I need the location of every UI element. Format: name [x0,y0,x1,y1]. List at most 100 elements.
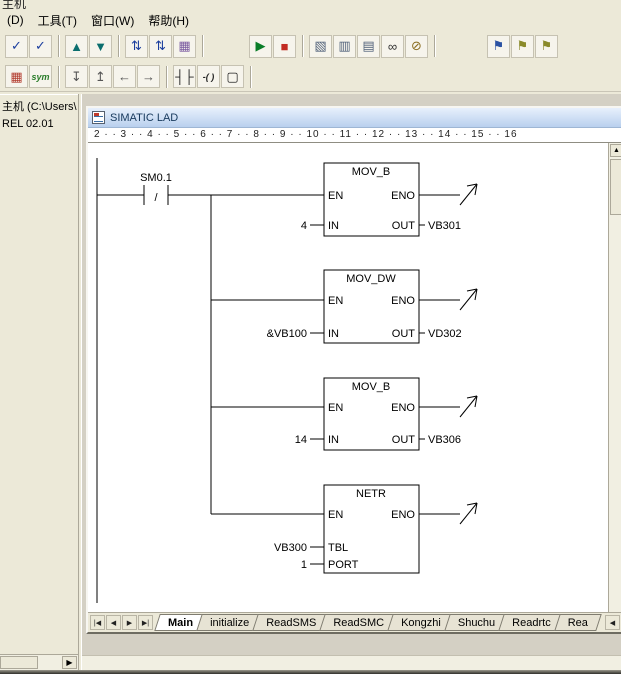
write-disable-button[interactable]: ⊘ [405,35,428,58]
function-box-mov-dw[interactable]: MOV_DW EN ENO IN OUT &VB100 VD302 [267,270,462,343]
pin-port: PORT [328,559,359,571]
run-button[interactable]: ▶ [249,35,272,58]
simatic-lad-icon [92,111,105,124]
insert-contact-button[interactable]: ┤├ [173,65,196,88]
pin-en: EN [328,190,343,202]
tree-item-host[interactable]: 主机 (C:\Users\ [0,95,78,115]
input-operand[interactable]: &VB100 [267,328,307,340]
output-operand[interactable]: VB301 [428,220,461,232]
window-bottom-edge [0,670,621,674]
mdi-area: SIMATIC LAD 2 · · 3 · · 4 · · 5 · · 6 · … [82,94,621,670]
input-operand[interactable]: 1 [301,559,307,571]
pin-in: IN [328,434,339,446]
output-operand[interactable]: VD302 [428,328,462,340]
pou-tabs: Main initialize ReadSMS ReadSMC Kongzhi … [157,614,594,631]
tab-first-button[interactable]: |◀ [90,615,105,630]
tab-prev-button[interactable]: ◀ [106,615,121,630]
scrollbar-thumb[interactable] [610,159,621,215]
tab-readsms[interactable]: ReadSMS [255,614,327,631]
contact-negation-symbol: / [154,192,158,204]
eno-arrow-icon [460,396,477,417]
trend-chart-button[interactable]: ▤ [357,35,380,58]
pin-tbl: TBL [328,542,348,554]
program-status-button[interactable]: ▧ [309,35,332,58]
function-box-mov-b-1[interactable]: MOV_B EN ENO IN OUT 4 VB301 [301,163,461,236]
pin-en: EN [328,295,343,307]
menu-tools[interactable]: 工具(T) [31,10,84,31]
toolbar-edit: ▦ sym ↧ ↥ ← → ┤├ -( ) ▢ [0,62,621,92]
move-right-button[interactable]: → [137,65,160,88]
box-title: MOV_DW [346,273,396,285]
content-area: 主机 (C:\Users\ REL 02.01 ▶ SIMATIC LAD 2 … [0,94,621,670]
pin-out: OUT [392,220,416,232]
mdi-horizontal-scrollbar[interactable] [82,655,621,670]
insert-box-button[interactable]: ▢ [221,65,244,88]
sort-ascending-button[interactable]: ⇅ [125,35,148,58]
stop-button[interactable]: ■ [273,35,296,58]
output-operand[interactable]: VB306 [428,434,461,446]
input-operand[interactable]: 4 [301,220,307,232]
toolbar-separator [302,35,304,57]
function-box-netr[interactable]: NETR EN ENO TBL PORT VB300 1 [274,485,419,573]
toolbar-separator [58,35,60,57]
box-title: MOV_B [352,381,391,393]
pin-eno: ENO [391,295,415,307]
scroll-up-icon[interactable]: ▲ [610,144,621,157]
window-titlebar: 主机 [0,0,621,10]
download-button[interactable]: ▼ [89,35,112,58]
box-title: MOV_B [352,166,391,178]
tab-last-button[interactable]: ▶| [138,615,153,630]
compile-button[interactable]: ✓ [5,35,28,58]
chart-status-button[interactable]: ▥ [333,35,356,58]
tab-initialize[interactable]: initialize [199,614,260,631]
simatic-lad-titlebar[interactable]: SIMATIC LAD [88,108,621,128]
menu-debug[interactable]: (D) [0,11,31,29]
tree-horizontal-scrollbar[interactable]: ▶ [0,654,78,670]
tab-readsmc[interactable]: ReadSMC [322,614,395,631]
contact-operand[interactable]: SM0.1 [140,172,172,184]
toolbar-separator [58,66,60,88]
ladder-vertical-scrollbar[interactable]: ▲ [608,143,621,612]
tab-readrtc[interactable]: Readrtc [501,614,562,631]
tab-shuchu[interactable]: Shuchu [447,614,506,631]
ladder-editor-canvas[interactable]: SM0.1 / MOV_B EN ENO IN OUT 4 VB301 [88,143,621,612]
move-left-button[interactable]: ← [113,65,136,88]
pou-tabbar: |◀ ◀ ▶ ▶| Main initialize ReadSMS ReadSM… [88,612,621,632]
upload-button[interactable]: ▲ [65,35,88,58]
pin-eno: ENO [391,509,415,521]
tab-scroll-left-button[interactable]: ◀ [605,615,620,630]
toolbar-separator [434,35,436,57]
tree-item-cpu-release[interactable]: REL 02.01 [0,115,78,131]
toolbar-main: ✓ ✓ ▲ ▼ ⇅ ⇅ ▦ ▶ ■ ▧ ▥ ▤ ∞ ⊘ ⚑ ⚑ ⚑ [0,30,621,62]
move-down-button[interactable]: ↧ [65,65,88,88]
bookmark-toggle-button[interactable]: ⚑ [487,35,510,58]
move-up-button[interactable]: ↥ [89,65,112,88]
tab-rea[interactable]: Rea [557,614,599,631]
window-title: 主机 [2,0,26,10]
project-tree-panel: 主机 (C:\Users\ REL 02.01 ▶ [0,94,78,670]
menubar: (D) 工具(T) 窗口(W) 帮助(H) [0,10,621,30]
compile-all-button[interactable]: ✓ [29,35,52,58]
status-glasses-button[interactable]: ∞ [381,35,404,58]
tab-kongzhi[interactable]: Kongzhi [390,614,452,631]
bookmark-next-button[interactable]: ⚑ [511,35,534,58]
symbol-table-button[interactable]: sym [29,65,52,88]
scrollbar-thumb[interactable] [0,656,38,669]
menu-help[interactable]: 帮助(H) [141,10,196,31]
input-operand[interactable]: 14 [295,434,307,446]
toolbar-separator [250,66,252,88]
insert-coil-button[interactable]: -( ) [197,65,220,88]
microwin-application-window: { "window": { "title": "主机" }, "menubar"… [0,0,621,674]
tab-next-button[interactable]: ▶ [122,615,137,630]
sort-descending-button[interactable]: ⇅ [149,35,172,58]
contact-sm0-1[interactable]: SM0.1 / [140,172,172,204]
address-grid-button[interactable]: ▦ [5,65,28,88]
scroll-right-icon[interactable]: ▶ [62,656,77,669]
bookmark-clear-button[interactable]: ⚑ [535,35,558,58]
pin-out: OUT [392,328,416,340]
data-block-button[interactable]: ▦ [173,35,196,58]
menu-window[interactable]: 窗口(W) [84,10,141,31]
pin-en: EN [328,402,343,414]
ladder-network: SM0.1 / MOV_B EN ENO IN OUT 4 VB301 [88,143,608,612]
input-operand[interactable]: VB300 [274,542,307,554]
